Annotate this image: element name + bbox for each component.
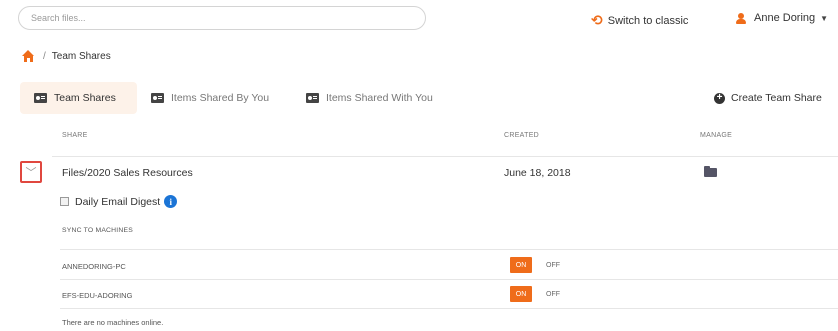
- user-icon: [736, 12, 746, 24]
- sync-off-toggle[interactable]: OFF: [546, 262, 560, 269]
- share-name[interactable]: Files/2020 Sales Resources: [62, 167, 193, 179]
- breadcrumb: / Team Shares: [22, 50, 111, 62]
- daily-digest-label: Daily Email Digest: [75, 195, 161, 208]
- tab-items-shared-with-you[interactable]: Items Shared With You: [306, 82, 433, 114]
- daily-digest: Daily Email Digest i: [75, 195, 178, 208]
- search-input[interactable]: [18, 6, 426, 30]
- refresh-icon: ⟲: [591, 12, 603, 28]
- id-card-icon: [34, 93, 47, 103]
- user-name: Anne Doring: [754, 12, 816, 24]
- divider: [60, 279, 838, 280]
- folder-icon[interactable]: [704, 166, 717, 177]
- info-icon[interactable]: i: [164, 195, 178, 208]
- create-team-share-button[interactable]: + Create Team Share: [714, 92, 822, 104]
- breadcrumb-separator: /: [43, 50, 46, 62]
- tab-label: Items Shared With You: [326, 92, 433, 104]
- sync-heading: SYNC TO MACHINES: [62, 227, 133, 234]
- daily-digest-checkbox[interactable]: [60, 197, 69, 206]
- divider: [60, 249, 838, 250]
- user-menu[interactable]: Anne Doring ▼: [736, 12, 828, 24]
- tab-items-shared-by-you[interactable]: Items Shared By You: [151, 82, 269, 114]
- chevron-down-icon: ﹀: [25, 167, 37, 179]
- divider: [60, 308, 838, 309]
- tab-label: Team Shares: [54, 92, 116, 104]
- created-date: June 18, 2018: [504, 167, 571, 179]
- machine-name: EFS-EDU-ADORING: [62, 291, 133, 300]
- column-header-created: CREATED: [504, 132, 540, 139]
- column-header-manage: MANAGE: [700, 132, 733, 139]
- breadcrumb-current: Team Shares: [51, 50, 111, 62]
- sync-on-toggle[interactable]: ON: [510, 257, 532, 273]
- home-icon[interactable]: [22, 50, 35, 62]
- tab-team-shares[interactable]: Team Shares: [20, 82, 137, 114]
- sync-on-toggle[interactable]: ON: [510, 286, 532, 302]
- switch-label: Switch to classic: [607, 14, 689, 27]
- create-label: Create Team Share: [731, 92, 822, 104]
- plus-circle-icon: +: [714, 92, 725, 104]
- switch-to-classic-button[interactable]: ⟲ Switch to classic: [591, 12, 688, 29]
- expand-row-button[interactable]: ﹀: [20, 161, 42, 183]
- divider: [52, 156, 838, 157]
- sync-off-toggle[interactable]: OFF: [546, 291, 560, 298]
- id-card-icon: [306, 93, 319, 103]
- column-header-share: SHARE: [62, 132, 88, 139]
- chevron-down-icon: ▼: [820, 13, 829, 23]
- machine-name: ANNEDORING-PC: [62, 262, 126, 271]
- no-machines-message: There are no machines online.: [62, 318, 164, 327]
- tab-label: Items Shared By You: [171, 92, 270, 104]
- id-card-icon: [151, 93, 164, 103]
